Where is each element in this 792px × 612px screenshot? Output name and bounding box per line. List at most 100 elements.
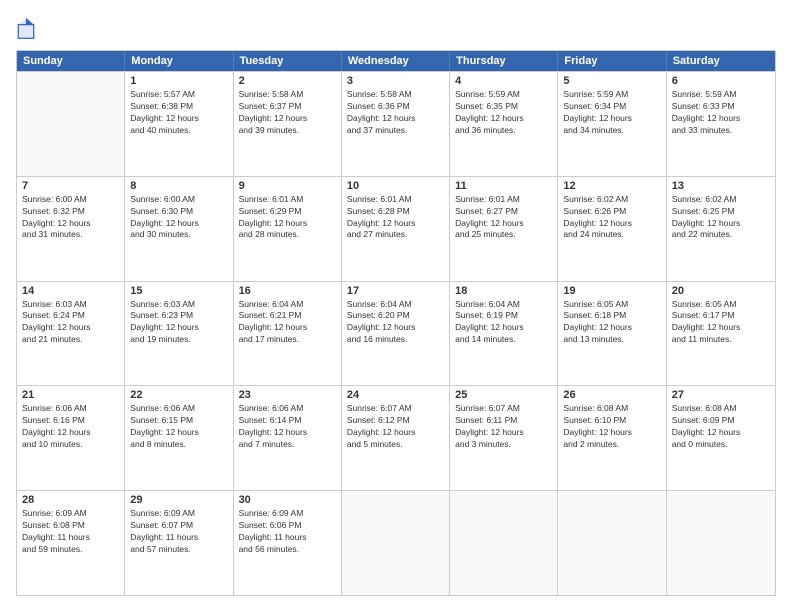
day-cell-25: 25 Sunrise: 6:07 AM Sunset: 6:11 PM Dayli… xyxy=(450,386,558,490)
day-number: 7 xyxy=(22,180,119,192)
empty-cell xyxy=(17,72,125,176)
day-info: Sunrise: 6:00 AM Sunset: 6:30 PM Dayligh… xyxy=(130,194,227,242)
day-info: Sunrise: 5:59 AM Sunset: 6:34 PM Dayligh… xyxy=(563,89,660,137)
day-number: 6 xyxy=(672,75,770,87)
day-number: 13 xyxy=(672,180,770,192)
empty-cell xyxy=(450,491,558,595)
header-day-friday: Friday xyxy=(558,51,666,71)
day-info: Sunrise: 6:09 AM Sunset: 6:08 PM Dayligh… xyxy=(22,508,119,556)
empty-cell xyxy=(558,491,666,595)
day-info: Sunrise: 6:06 AM Sunset: 6:15 PM Dayligh… xyxy=(130,403,227,451)
header-day-saturday: Saturday xyxy=(667,51,775,71)
day-cell-6: 6 Sunrise: 5:59 AM Sunset: 6:33 PM Daylig… xyxy=(667,72,775,176)
day-cell-15: 15 Sunrise: 6:03 AM Sunset: 6:23 PM Dayli… xyxy=(125,282,233,386)
calendar: SundayMondayTuesdayWednesdayThursdayFrid… xyxy=(16,50,776,596)
day-info: Sunrise: 6:04 AM Sunset: 6:20 PM Dayligh… xyxy=(347,299,444,347)
day-number: 15 xyxy=(130,285,227,297)
calendar-row-2: 7 Sunrise: 6:00 AM Sunset: 6:32 PM Daylig… xyxy=(17,176,775,281)
day-info: Sunrise: 6:00 AM Sunset: 6:32 PM Dayligh… xyxy=(22,194,119,242)
header-day-thursday: Thursday xyxy=(450,51,558,71)
day-cell-14: 14Sunrise: 6:03 AM Sunset: 6:24 PM Dayli… xyxy=(17,282,125,386)
day-cell-5: 5 Sunrise: 5:59 AM Sunset: 6:34 PM Daylig… xyxy=(558,72,666,176)
day-info: Sunrise: 6:01 AM Sunset: 6:27 PM Dayligh… xyxy=(455,194,552,242)
day-info: Sunrise: 6:06 AM Sunset: 6:16 PM Dayligh… xyxy=(22,403,119,451)
calendar-row-1: 1Sunrise: 5:57 AM Sunset: 6:38 PM Daylig… xyxy=(17,71,775,176)
day-number: 1 xyxy=(130,75,227,87)
logo-icon xyxy=(16,16,36,40)
day-cell-17: 17 Sunrise: 6:04 AM Sunset: 6:20 PM Dayli… xyxy=(342,282,450,386)
day-info: Sunrise: 5:58 AM Sunset: 6:36 PM Dayligh… xyxy=(347,89,444,137)
day-info: Sunrise: 6:05 AM Sunset: 6:18 PM Dayligh… xyxy=(563,299,660,347)
day-cell-28: 28 Sunrise: 6:09 AM Sunset: 6:08 PM Dayli… xyxy=(17,491,125,595)
day-cell-12: 12 Sunrise: 6:02 AM Sunset: 6:26 PM Dayli… xyxy=(558,177,666,281)
day-cell-20: 20Sunrise: 6:05 AM Sunset: 6:17 PM Dayli… xyxy=(667,282,775,386)
day-number: 25 xyxy=(455,389,552,401)
day-number: 26 xyxy=(563,389,660,401)
day-cell-13: 13 Sunrise: 6:02 AM Sunset: 6:25 PM Dayli… xyxy=(667,177,775,281)
day-cell-27: 27 Sunrise: 6:08 AM Sunset: 6:09 PM Dayli… xyxy=(667,386,775,490)
day-number: 11 xyxy=(455,180,552,192)
day-cell-30: 30 Sunrise: 6:09 AM Sunset: 6:06 PM Dayli… xyxy=(234,491,342,595)
logo xyxy=(16,16,40,40)
day-info: Sunrise: 6:08 AM Sunset: 6:09 PM Dayligh… xyxy=(672,403,770,451)
day-info: Sunrise: 6:02 AM Sunset: 6:25 PM Dayligh… xyxy=(672,194,770,242)
day-number: 8 xyxy=(130,180,227,192)
day-cell-4: 4 Sunrise: 5:59 AM Sunset: 6:35 PM Daylig… xyxy=(450,72,558,176)
day-cell-3: 3 Sunrise: 5:58 AM Sunset: 6:36 PM Daylig… xyxy=(342,72,450,176)
day-cell-16: 16 Sunrise: 6:04 AM Sunset: 6:21 PM Dayli… xyxy=(234,282,342,386)
day-info: Sunrise: 5:58 AM Sunset: 6:37 PM Dayligh… xyxy=(239,89,336,137)
day-info: Sunrise: 6:08 AM Sunset: 6:10 PM Dayligh… xyxy=(563,403,660,451)
day-cell-7: 7 Sunrise: 6:00 AM Sunset: 6:32 PM Daylig… xyxy=(17,177,125,281)
day-number: 24 xyxy=(347,389,444,401)
day-info: Sunrise: 5:59 AM Sunset: 6:35 PM Dayligh… xyxy=(455,89,552,137)
calendar-body: 1Sunrise: 5:57 AM Sunset: 6:38 PM Daylig… xyxy=(17,71,775,595)
day-info: Sunrise: 6:09 AM Sunset: 6:06 PM Dayligh… xyxy=(239,508,336,556)
day-number: 9 xyxy=(239,180,336,192)
day-cell-2: 2 Sunrise: 5:58 AM Sunset: 6:37 PM Daylig… xyxy=(234,72,342,176)
calendar-header: SundayMondayTuesdayWednesdayThursdayFrid… xyxy=(17,51,775,71)
day-info: Sunrise: 6:03 AM Sunset: 6:23 PM Dayligh… xyxy=(130,299,227,347)
day-info: Sunrise: 6:04 AM Sunset: 6:19 PM Dayligh… xyxy=(455,299,552,347)
day-number: 21 xyxy=(22,389,119,401)
header-day-wednesday: Wednesday xyxy=(342,51,450,71)
day-number: 14 xyxy=(22,285,119,297)
day-number: 18 xyxy=(455,285,552,297)
day-cell-8: 8 Sunrise: 6:00 AM Sunset: 6:30 PM Daylig… xyxy=(125,177,233,281)
day-info: Sunrise: 6:02 AM Sunset: 6:26 PM Dayligh… xyxy=(563,194,660,242)
day-number: 16 xyxy=(239,285,336,297)
day-info: Sunrise: 6:07 AM Sunset: 6:11 PM Dayligh… xyxy=(455,403,552,451)
day-number: 5 xyxy=(563,75,660,87)
day-cell-18: 18 Sunrise: 6:04 AM Sunset: 6:19 PM Dayli… xyxy=(450,282,558,386)
day-number: 28 xyxy=(22,494,119,506)
day-number: 2 xyxy=(239,75,336,87)
day-cell-1: 1Sunrise: 5:57 AM Sunset: 6:38 PM Daylig… xyxy=(125,72,233,176)
day-info: Sunrise: 6:06 AM Sunset: 6:14 PM Dayligh… xyxy=(239,403,336,451)
day-cell-29: 29 Sunrise: 6:09 AM Sunset: 6:07 PM Dayli… xyxy=(125,491,233,595)
day-number: 23 xyxy=(239,389,336,401)
day-number: 3 xyxy=(347,75,444,87)
day-info: Sunrise: 6:09 AM Sunset: 6:07 PM Dayligh… xyxy=(130,508,227,556)
day-number: 4 xyxy=(455,75,552,87)
day-cell-21: 21 Sunrise: 6:06 AM Sunset: 6:16 PM Dayli… xyxy=(17,386,125,490)
calendar-row-4: 21 Sunrise: 6:06 AM Sunset: 6:16 PM Dayli… xyxy=(17,385,775,490)
day-cell-9: 9Sunrise: 6:01 AM Sunset: 6:29 PM Daylig… xyxy=(234,177,342,281)
day-number: 17 xyxy=(347,285,444,297)
day-number: 29 xyxy=(130,494,227,506)
day-info: Sunrise: 6:05 AM Sunset: 6:17 PM Dayligh… xyxy=(672,299,770,347)
day-number: 12 xyxy=(563,180,660,192)
day-info: Sunrise: 6:01 AM Sunset: 6:28 PM Dayligh… xyxy=(347,194,444,242)
day-info: Sunrise: 6:04 AM Sunset: 6:21 PM Dayligh… xyxy=(239,299,336,347)
day-cell-22: 22Sunrise: 6:06 AM Sunset: 6:15 PM Dayli… xyxy=(125,386,233,490)
calendar-row-5: 28 Sunrise: 6:09 AM Sunset: 6:08 PM Dayli… xyxy=(17,490,775,595)
day-cell-10: 10 Sunrise: 6:01 AM Sunset: 6:28 PM Dayli… xyxy=(342,177,450,281)
day-cell-11: 11 Sunrise: 6:01 AM Sunset: 6:27 PM Dayli… xyxy=(450,177,558,281)
day-number: 27 xyxy=(672,389,770,401)
day-info: Sunrise: 5:59 AM Sunset: 6:33 PM Dayligh… xyxy=(672,89,770,137)
day-number: 30 xyxy=(239,494,336,506)
day-number: 10 xyxy=(347,180,444,192)
day-cell-19: 19 Sunrise: 6:05 AM Sunset: 6:18 PM Dayli… xyxy=(558,282,666,386)
day-number: 19 xyxy=(563,285,660,297)
header-day-tuesday: Tuesday xyxy=(234,51,342,71)
header-day-sunday: Sunday xyxy=(17,51,125,71)
day-info: Sunrise: 6:07 AM Sunset: 6:12 PM Dayligh… xyxy=(347,403,444,451)
